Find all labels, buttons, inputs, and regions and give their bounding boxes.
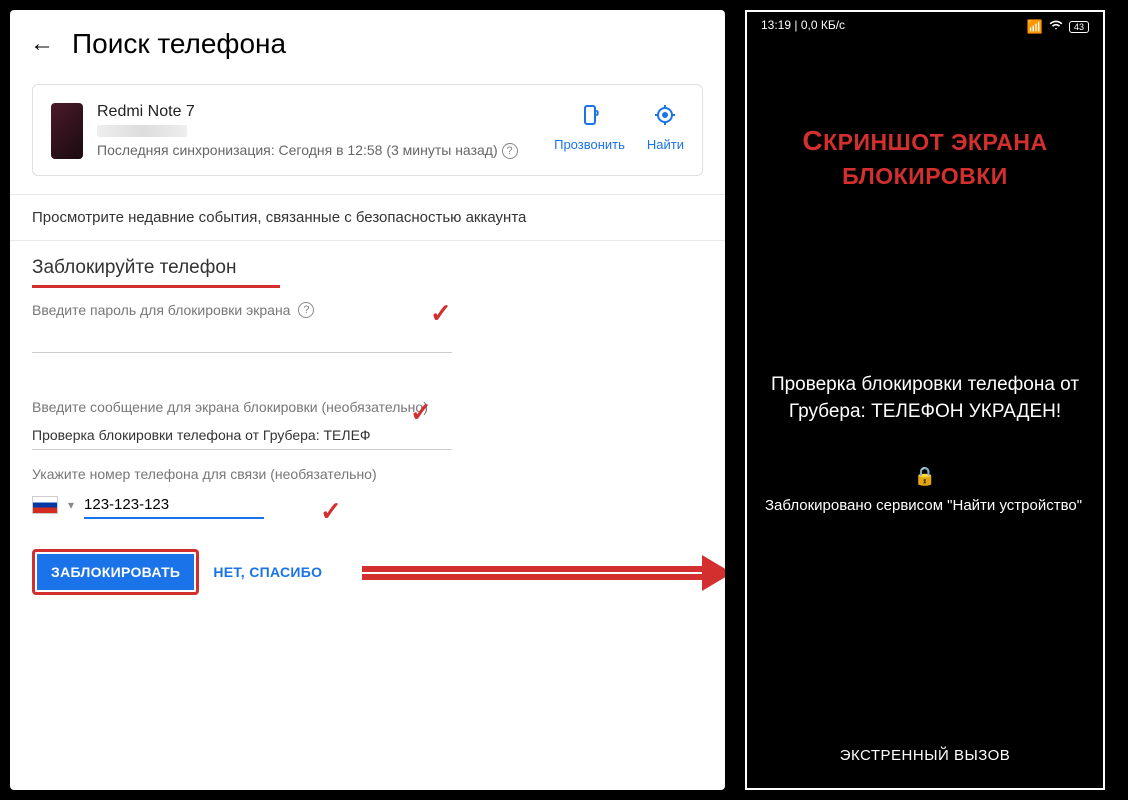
annotation-highlight: ЗАБЛОКИРОВАТЬ [32, 549, 199, 595]
device-info: Redmi Note 7 Последняя синхронизация: Се… [97, 103, 540, 161]
lock-screen-message: Проверка блокировки телефона от Грубера:… [747, 372, 1103, 425]
annotation-check-icon: ✓ [320, 496, 342, 527]
flag-ru-icon[interactable] [32, 496, 58, 514]
annotation-title: ССКРИНШОТ ЭКРАНАКРИНШОТ ЭКРАНА БЛОКИРОВК… [747, 121, 1103, 192]
find-label: Найти [647, 137, 684, 152]
lock-button[interactable]: ЗАБЛОКИРОВАТЬ [37, 554, 194, 590]
annotation-check-icon: ✓ [410, 397, 432, 428]
device-name: Redmi Note 7 [97, 103, 540, 121]
events-section[interactable]: Просмотрите недавние события, связанные … [10, 194, 725, 240]
locate-icon [653, 103, 677, 133]
status-time: 13:19 | 0,0 КБ/с [761, 18, 845, 35]
button-row: ЗАБЛОКИРОВАТЬ НЕТ, СПАСИБО [32, 549, 703, 595]
sync-text-value: Последняя синхронизация: Сегодня в 12:58… [97, 142, 498, 158]
find-phone-panel: ← Поиск телефона Redmi Note 7 Последняя … [10, 10, 725, 790]
signal-icon: 📶 [1027, 19, 1043, 35]
device-card: Redmi Note 7 Последняя синхронизация: Се… [32, 84, 703, 176]
lock-icon: 🔒 [747, 466, 1103, 487]
help-icon[interactable]: ? [298, 302, 314, 318]
find-action[interactable]: Найти [647, 103, 684, 152]
annotation-arrow-icon [362, 561, 725, 585]
chevron-down-icon[interactable]: ▾ [68, 498, 74, 512]
lock-section: Заблокируйте телефон Введите пароль для … [10, 240, 725, 519]
phone-input-row: ▾ ✓ [32, 492, 703, 519]
ring-action[interactable]: Прозвонить [554, 103, 625, 152]
wifi-icon [1049, 18, 1063, 35]
battery-icon: 43 [1069, 21, 1089, 33]
no-thanks-button[interactable]: НЕТ, СПАСИБО [213, 564, 322, 580]
annotation-line2: БЛОКИРОВКИ [747, 160, 1103, 192]
password-label: Введите пароль для блокировки экрана [32, 302, 290, 318]
card-actions: Прозвонить Найти [554, 103, 684, 161]
locked-by-service: Заблокировано сервисом "Найти устройство… [747, 491, 1103, 520]
password-input[interactable] [32, 324, 452, 353]
status-bar: 13:19 | 0,0 КБ/с 📶 43 [747, 12, 1103, 41]
password-row: Введите пароль для блокировки экрана ? ✓ [32, 302, 703, 318]
status-icons: 📶 43 [1027, 18, 1089, 35]
header: ← Поиск телефона [10, 10, 725, 70]
phone-ring-icon [578, 103, 602, 133]
help-icon[interactable]: ? [502, 143, 518, 159]
message-label: Введите сообщение для экрана блокировки … [32, 399, 428, 415]
message-row: Введите сообщение для экрана блокировки … [32, 399, 703, 415]
lock-title: Заблокируйте телефон [32, 257, 703, 285]
message-input[interactable] [32, 421, 452, 450]
emergency-call-button[interactable]: ЭКСТРЕННЫЙ ВЫЗОВ [747, 747, 1103, 788]
callback-phone-label: Укажите номер телефона для связи (необяз… [32, 466, 703, 482]
annotation-underline [32, 285, 280, 288]
page-title: Поиск телефона [72, 28, 286, 60]
phone-number-input[interactable] [84, 492, 264, 519]
device-thumb-icon [51, 103, 83, 159]
lock-screen-screenshot: 13:19 | 0,0 КБ/с 📶 43 ССКРИНШОТ ЭКРАНАКР… [745, 10, 1105, 790]
annotation-check-icon: ✓ [430, 298, 452, 329]
device-subtitle-blurred [97, 125, 187, 137]
events-text: Просмотрите недавние события, связанные … [32, 209, 703, 226]
sync-text: Последняя синхронизация: Сегодня в 12:58… [97, 141, 540, 161]
back-arrow-icon[interactable]: ← [30, 30, 54, 58]
ring-label: Прозвонить [554, 137, 625, 152]
